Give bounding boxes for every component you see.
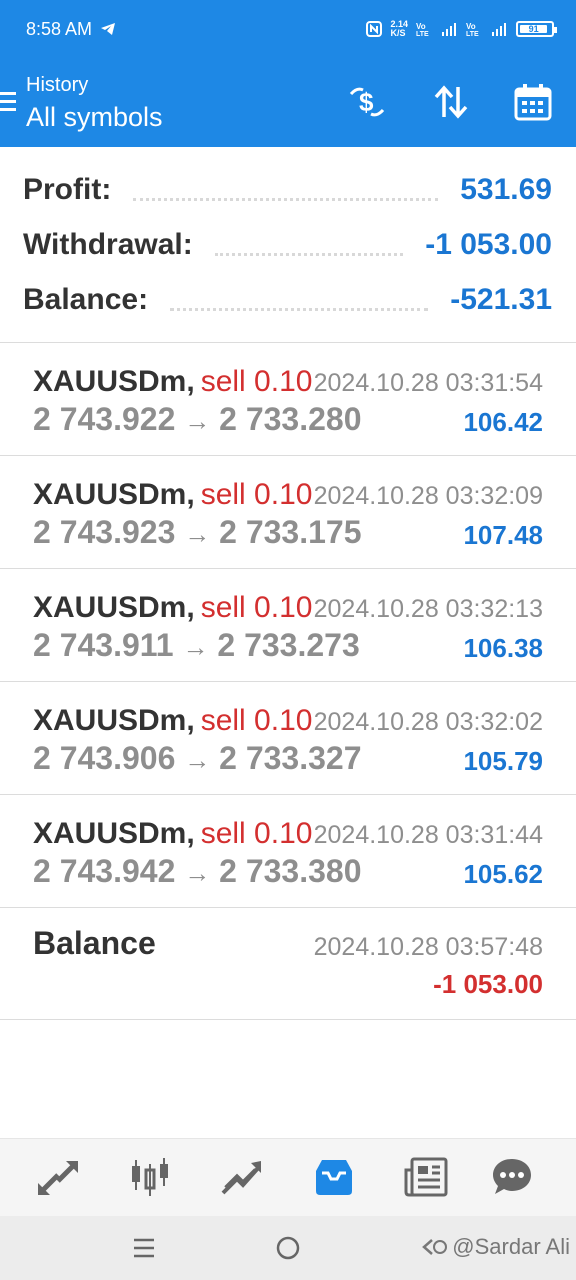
summary-label: Balance: (23, 283, 149, 316)
trade-icon[interactable] (218, 1153, 266, 1201)
chart-icon[interactable] (126, 1153, 174, 1201)
trade-open-price: 2 743.906 (33, 740, 176, 776)
trade-time: 2024.10.28 03:31:44 (313, 821, 543, 849)
svg-text:LTE: LTE (416, 31, 429, 37)
trade-open-price: 2 743.911 (33, 627, 174, 663)
svg-text:LTE: LTE (466, 31, 479, 37)
trade-time: 2024.10.28 03:32:13 (313, 595, 543, 623)
summary-balance-row: Balance: -521.31 (23, 275, 552, 325)
balance-entry-label: Balance (33, 925, 156, 961)
summary-value: 531.69 (460, 173, 552, 206)
trade-side: sell 0.10 (200, 478, 313, 511)
trade-row[interactable]: XAUUSDm, sell 0.10 2024.10.28 03:31:44 2 … (0, 795, 576, 908)
back-icon (422, 1239, 448, 1255)
trade-profit: 106.38 (463, 633, 543, 663)
svg-text:Vo: Vo (416, 22, 426, 31)
trade-open-price: 2 743.942 (33, 853, 176, 889)
system-nav-bar: @Sardar Ali (0, 1216, 576, 1280)
calendar-icon[interactable] (512, 80, 554, 124)
arrow-icon: → (182, 632, 209, 662)
summary-withdrawal-row: Withdrawal: -1 053.00 (23, 220, 552, 270)
arrow-icon: → (184, 745, 211, 775)
summary-label: Profit: (23, 173, 112, 206)
filter-symbol-icon[interactable]: $ (346, 80, 388, 124)
app-header: 8:58 AM 2.14 K/S Vo LTE Vo LTE 91 History A… (0, 0, 576, 147)
arrow-icon: → (184, 406, 211, 436)
sort-icon[interactable] (430, 80, 472, 124)
trade-open-price: 2 743.922 (33, 401, 176, 437)
trade-side: sell 0.10 (200, 365, 313, 398)
summary-panel: Profit: 531.69 Withdrawal: -1 053.00 Bal… (0, 147, 576, 343)
trade-symbol: XAUUSDm, (33, 365, 195, 398)
balance-entry-amount: -1 053.00 (433, 969, 543, 999)
summary-profit-row: Profit: 531.69 (23, 165, 552, 215)
telegram-icon (101, 23, 116, 35)
chat-icon[interactable] (488, 1153, 536, 1201)
news-icon[interactable] (402, 1153, 450, 1201)
nfc-icon (366, 21, 383, 37)
trade-open-price: 2 743.923 (33, 514, 176, 550)
trade-side: sell 0.10 (200, 704, 313, 737)
status-time: 8:58 AM (26, 18, 93, 39)
trade-row[interactable]: XAUUSDm, sell 0.10 2024.10.28 03:32:13 2 … (0, 569, 576, 682)
arrow-icon: → (184, 519, 211, 549)
dotted-leader (133, 180, 439, 201)
trade-row[interactable]: XAUUSDm, sell 0.10 2024.10.28 03:32:02 2 … (0, 682, 576, 795)
trade-close-price: 2 733.327 (219, 740, 362, 776)
svg-text:$: $ (359, 87, 374, 117)
watermark: @Sardar Ali (420, 1234, 570, 1260)
home-button[interactable] (270, 1230, 306, 1266)
battery-icon: 91 (516, 21, 557, 37)
signal-icon-2: VoLTE (466, 22, 506, 37)
signal-icon: VoLTE (416, 22, 456, 37)
trade-symbol: XAUUSDm, (33, 478, 195, 511)
trade-row[interactable]: XAUUSDm, sell 0.10 2024.10.28 03:32:09 2 … (0, 456, 576, 569)
trade-close-price: 2 733.280 (219, 401, 362, 437)
menu-icon[interactable] (0, 92, 16, 112)
trade-symbol: XAUUSDm, (33, 591, 195, 624)
trade-symbol: XAUUSDm, (33, 817, 195, 850)
trade-row[interactable]: XAUUSDm, sell 0.10 2024.10.28 03:31:54 2 … (0, 343, 576, 456)
bottom-tab-bar (0, 1138, 576, 1217)
recents-button[interactable] (126, 1230, 162, 1266)
quotes-icon[interactable] (34, 1153, 82, 1201)
history-icon[interactable] (310, 1153, 358, 1201)
trade-time: 2024.10.28 03:32:02 (313, 708, 543, 736)
summary-label: Withdrawal: (23, 228, 193, 261)
header-subtitle: History (26, 74, 89, 96)
trade-close-price: 2 733.175 (219, 514, 362, 550)
dotted-leader (214, 235, 404, 256)
trade-profit: 107.48 (463, 520, 543, 550)
arrow-icon: → (184, 858, 211, 888)
summary-value: -1 053.00 (425, 228, 552, 261)
trade-close-price: 2 733.273 (217, 627, 360, 663)
trade-side: sell 0.10 (200, 591, 313, 624)
trade-symbol: XAUUSDm, (33, 704, 195, 737)
summary-value: -521.31 (450, 283, 552, 316)
trade-close-price: 2 733.380 (219, 853, 362, 889)
trade-time: 2024.10.28 03:32:09 (313, 482, 543, 510)
header-title[interactable]: All symbols (26, 102, 163, 133)
dotted-leader (170, 290, 429, 311)
trade-time: 2024.10.28 03:31:54 (313, 369, 543, 397)
trade-side: sell 0.10 (200, 817, 313, 850)
balance-entry-row[interactable]: Balance 2024.10.28 03:57:48 -1 053.00 (0, 907, 576, 1020)
trade-profit: 105.62 (463, 859, 543, 889)
network-speed: 2.14 K/S (390, 19, 408, 38)
svg-text:Vo: Vo (466, 22, 476, 31)
trade-profit: 105.79 (463, 746, 543, 776)
trade-profit: 106.42 (463, 407, 543, 437)
balance-entry-time: 2024.10.28 03:57:48 (313, 933, 543, 961)
status-bar: 8:58 AM 2.14 K/S Vo LTE Vo LTE 91 (26, 14, 557, 44)
